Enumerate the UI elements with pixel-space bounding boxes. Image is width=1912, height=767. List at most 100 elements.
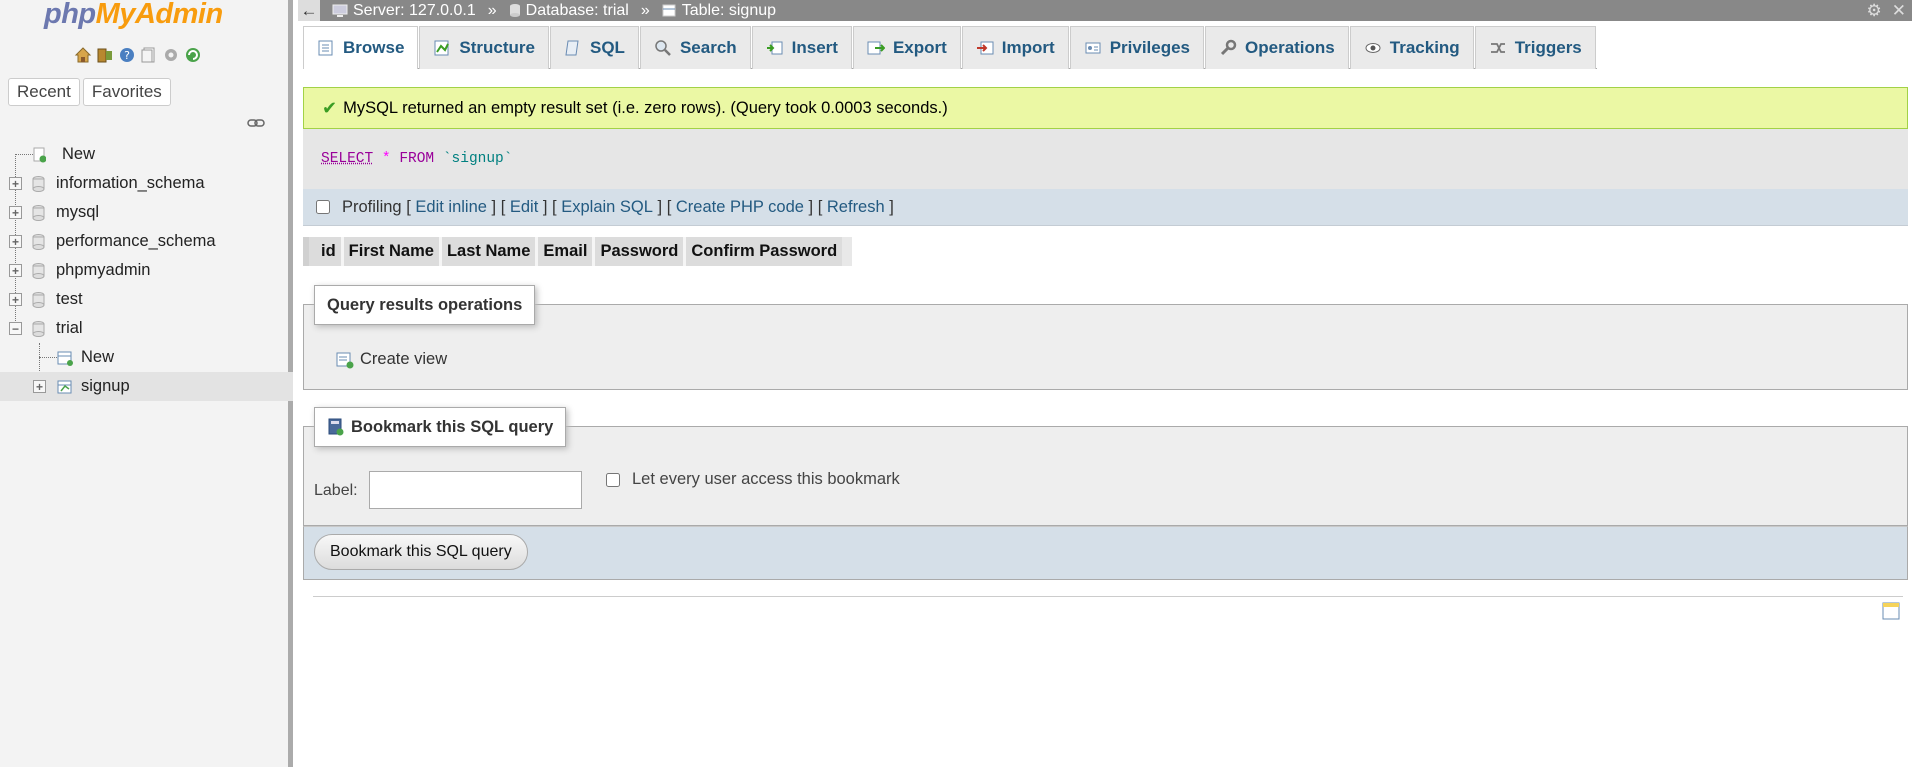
tree-item-trial[interactable]: − trial	[0, 314, 293, 343]
bookmark-icon	[328, 418, 344, 436]
bookmark-legend: Bookmark this SQL query	[314, 407, 567, 447]
table-icon	[662, 4, 676, 17]
tree-item-performance-schema[interactable]: + performance_schema	[0, 227, 293, 256]
edit-inline-link[interactable]: Edit inline	[415, 198, 487, 217]
expand-icon[interactable]: +	[33, 380, 46, 393]
operations-icon	[1220, 39, 1237, 56]
expand-icon[interactable]: +	[9, 235, 22, 248]
tracking-icon	[1365, 43, 1381, 53]
expand-icon[interactable]: +	[9, 177, 22, 190]
favorites-tab[interactable]: Favorites	[82, 78, 171, 106]
breadcrumb-table[interactable]: Table: signup	[662, 2, 776, 20]
recent-tab[interactable]: Recent	[8, 78, 80, 106]
results-table-header: id First Name Last Name Email Password C…	[303, 237, 853, 266]
table-tabs: Browse Structure SQL Search Insert Expor…	[303, 26, 1597, 69]
database-icon	[32, 204, 45, 221]
bookmark-query-button[interactable]: Bookmark this SQL query	[314, 534, 528, 570]
bookmark-share-option[interactable]: Let every user access this bookmark	[606, 470, 900, 489]
tree-item-signup[interactable]: + signup	[0, 372, 293, 401]
column-header-email[interactable]: Email	[535, 237, 593, 266]
collapse-icon[interactable]: −	[9, 322, 22, 335]
new-table-icon	[57, 351, 73, 366]
create-view-link[interactable]: Create view	[336, 350, 447, 369]
tab-insert[interactable]: Insert	[751, 26, 852, 69]
tree-item-mysql[interactable]: + mysql	[0, 198, 293, 227]
database-icon	[32, 262, 45, 279]
breadcrumb-database[interactable]: Database: trial	[509, 2, 629, 20]
settings-icon[interactable]	[162, 46, 180, 64]
expand-icon[interactable]: +	[9, 293, 22, 306]
close-icon[interactable]: ✕	[1892, 1, 1906, 21]
insert-icon	[766, 41, 783, 55]
explain-sql-link[interactable]: Explain SQL	[561, 198, 653, 217]
share-bookmark-checkbox[interactable]	[606, 472, 620, 487]
server-icon	[332, 4, 348, 17]
tab-sql[interactable]: SQL	[550, 26, 639, 69]
home-icon[interactable]	[74, 46, 92, 64]
table-icon	[57, 380, 72, 393]
docs-icon[interactable]	[140, 46, 158, 64]
help-icon[interactable]: ?	[118, 46, 136, 64]
column-header-confirm-password[interactable]: Confirm Password	[683, 237, 843, 266]
reload-icon[interactable]	[184, 46, 202, 64]
column-header-last-name[interactable]: Last Name	[438, 237, 536, 266]
tab-tracking[interactable]: Tracking	[1349, 26, 1474, 69]
quick-icons: ?	[74, 46, 202, 64]
breadcrumb-server[interactable]: Server: 127.0.0.1	[332, 2, 476, 20]
export-icon	[867, 41, 885, 55]
tab-browse[interactable]: Browse	[303, 26, 419, 69]
logout-icon[interactable]	[96, 46, 114, 64]
profiling-checkbox[interactable]	[316, 200, 330, 214]
tab-structure[interactable]: Structure	[419, 26, 549, 69]
create-view-icon	[336, 352, 354, 368]
database-icon	[32, 233, 45, 250]
sql-query-display: SELECT * FROM `signup`	[303, 129, 1908, 189]
checkmark-icon: ✔	[322, 97, 338, 118]
column-header-password[interactable]: Password	[592, 237, 684, 266]
edit-link[interactable]: Edit	[510, 198, 538, 217]
tree-item-new-table[interactable]: New	[0, 343, 293, 372]
svg-text:?: ?	[124, 49, 130, 62]
collapse-sidebar-button[interactable]: ←	[298, 0, 320, 21]
tab-triggers[interactable]: Triggers	[1474, 26, 1596, 69]
column-header-id[interactable]: id	[303, 237, 341, 266]
import-icon	[976, 41, 994, 55]
browse-icon	[318, 40, 333, 56]
profiling-bar: Profiling [ Edit inline ] [ Edit ] [ Exp…	[303, 189, 1908, 226]
structure-icon	[434, 40, 450, 56]
link-icon[interactable]	[247, 118, 265, 128]
tree-item-information-schema[interactable]: + information_schema	[0, 169, 293, 198]
sql-keyword-select[interactable]: SELECT	[321, 151, 373, 167]
bookmark-label: Label:	[314, 482, 358, 499]
tree-item-phpmyadmin[interactable]: + phpmyadmin	[0, 256, 293, 285]
tab-export[interactable]: Export	[852, 26, 961, 69]
search-icon	[655, 40, 671, 56]
database-tree: New + information_schema + mysql + perfo…	[0, 140, 293, 401]
tree-item-test[interactable]: + test	[0, 285, 293, 314]
console-icon[interactable]	[1882, 602, 1900, 620]
phpmyadmin-logo[interactable]: phpMyAdmin	[44, 0, 223, 31]
refresh-link[interactable]: Refresh	[827, 198, 885, 217]
success-message: ✔ MySQL returned an empty result set (i.…	[303, 87, 1908, 129]
tree-item-new[interactable]: New	[0, 140, 293, 169]
sql-icon	[565, 40, 579, 56]
breadcrumb: ← Server: 127.0.0.1 » Database: trial » …	[298, 0, 1912, 21]
settings-icon[interactable]: ⚙	[1867, 1, 1882, 21]
tab-search[interactable]: Search	[639, 26, 751, 69]
tab-operations[interactable]: Operations	[1205, 26, 1349, 69]
triggers-icon	[1490, 43, 1505, 53]
expand-icon[interactable]: +	[9, 206, 22, 219]
create-php-code-link[interactable]: Create PHP code	[676, 198, 804, 217]
query-results-operations	[303, 304, 1908, 390]
bookmark-label-input[interactable]	[369, 471, 582, 509]
database-icon	[32, 291, 45, 308]
database-icon	[32, 175, 45, 192]
database-icon	[32, 320, 45, 337]
expand-icon[interactable]: +	[9, 264, 22, 277]
navigation-panel: phpMyAdmin ? Recent Favorites New + info…	[0, 0, 293, 767]
query-results-operations-legend: Query results operations	[314, 285, 536, 325]
column-header-first-name[interactable]: First Name	[340, 237, 439, 266]
tab-privileges[interactable]: Privileges	[1069, 26, 1205, 69]
divider	[313, 596, 1903, 597]
tab-import[interactable]: Import	[961, 26, 1069, 69]
